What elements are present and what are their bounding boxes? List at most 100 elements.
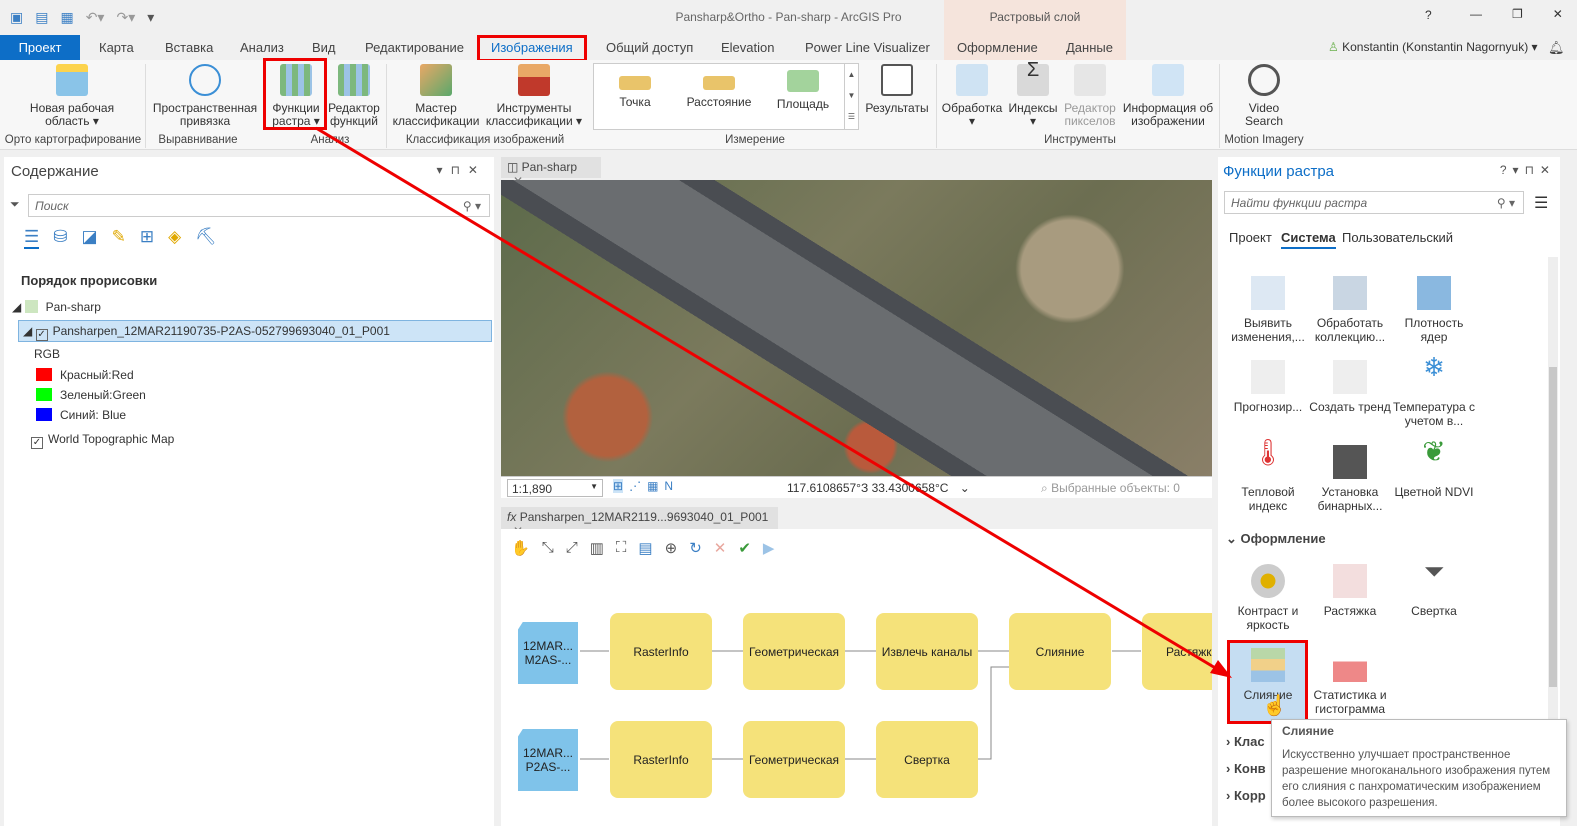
function-heat-index[interactable]: 🌡︎ Тепловой индекс bbox=[1226, 439, 1310, 513]
section-classification[interactable]: › Клас bbox=[1226, 734, 1265, 749]
results-button[interactable]: Результаты bbox=[863, 64, 931, 115]
tab-project[interactable]: Проект bbox=[1229, 230, 1272, 245]
layer-row-selected[interactable]: ◢ ✓ Pansharpen_12MAR21190735-P2AS-0527996… bbox=[18, 320, 492, 342]
tab-map[interactable]: Карта bbox=[91, 35, 142, 60]
function-kernel-density[interactable]: Плотность ядер bbox=[1392, 276, 1476, 344]
tab-appearance[interactable]: Оформление bbox=[949, 35, 1046, 60]
map-node[interactable]: ◢ Pan-sharp bbox=[12, 300, 101, 314]
measure-distance-button[interactable]: Расстояние bbox=[684, 76, 754, 109]
tab-analysis[interactable]: Анализ bbox=[232, 35, 292, 60]
measure-gallery: Точка Расстояние Площадь ▲ ▼ ☰ bbox=[593, 63, 859, 130]
tab-custom[interactable]: Пользовательский bbox=[1342, 230, 1453, 245]
selection-icon[interactable]: ◪ bbox=[82, 227, 98, 249]
tab-data[interactable]: Данные bbox=[1058, 35, 1121, 60]
charts-icon[interactable]: ⛏ bbox=[195, 227, 217, 249]
drawing-order-icon[interactable]: ☰ bbox=[24, 227, 40, 249]
function-contrast[interactable]: Контраст и яркость bbox=[1226, 564, 1310, 632]
minimize-button[interactable]: — bbox=[1470, 7, 1482, 21]
button-label: Video Search bbox=[1244, 101, 1284, 128]
classification-tools-button[interactable]: Инструменты классификации ▾ bbox=[484, 64, 584, 128]
tab-view[interactable]: Вид bbox=[304, 35, 344, 60]
function-detect-change[interactable]: Выявить изменения,... bbox=[1226, 276, 1310, 344]
ribbon: Новая рабочая область ▾ Пространственная… bbox=[0, 58, 1577, 150]
scale-select[interactable]: 1:1,890 ▼ bbox=[507, 479, 603, 497]
new-workspace-button[interactable]: Новая рабочая область ▾ bbox=[22, 64, 122, 128]
source-icon[interactable]: ⛁ bbox=[53, 227, 67, 249]
function-node[interactable]: Геометрическая bbox=[743, 613, 845, 690]
tab-power-line[interactable]: Power Line Visualizer bbox=[797, 35, 938, 60]
filter-icon[interactable]: ⏷ bbox=[10, 197, 20, 212]
pane-controls[interactable]: ?▾⊓✕ bbox=[1500, 163, 1556, 177]
table-icon[interactable]: ▦ bbox=[647, 479, 658, 493]
indices-button[interactable]: Σ Индексы ▾ bbox=[1006, 60, 1060, 128]
source-node[interactable]: 12MAR... P2AS-... bbox=[518, 729, 578, 791]
model-canvas[interactable]: ✋ ⤡ ⤢ ▥ ⛶ ▤ ⊕ ↻ ✕ ✔ ▶ 12MAR... M2AS-... RasterInfo… bbox=[501, 529, 1212, 826]
basemap-layer[interactable]: ✓ World Topographic Map bbox=[31, 432, 174, 449]
image-info-button[interactable]: Информация об изображении bbox=[1120, 64, 1216, 128]
band-red: Красный:Red bbox=[36, 368, 134, 382]
snapping-icon[interactable]: ⊞ bbox=[140, 227, 154, 249]
tab-project[interactable]: Проект bbox=[0, 35, 80, 60]
north-arrow-icon[interactable]: N bbox=[664, 479, 673, 493]
function-node[interactable]: Растяжка bbox=[1142, 613, 1212, 690]
gallery-scroll[interactable]: ▲ ▼ ☰ bbox=[844, 64, 858, 129]
function-convolution[interactable]: ⏷ Свертка bbox=[1392, 558, 1476, 618]
raster-functions-search-input[interactable]: Найти функции растра ⚲ ▾ bbox=[1224, 191, 1524, 214]
measure-area-button[interactable]: Площадь bbox=[772, 70, 834, 111]
tab-insert[interactable]: Вставка bbox=[157, 35, 221, 60]
help-button[interactable]: ? bbox=[1425, 8, 1432, 22]
close-button[interactable]: ✕ bbox=[1553, 7, 1563, 21]
georeference-button[interactable]: Пространственная привязка bbox=[150, 64, 260, 128]
menu-icon[interactable]: ☰ bbox=[1534, 193, 1548, 213]
map-view-tab[interactable]: ◫ Pan-sharp ✕ bbox=[501, 157, 601, 188]
snapping-icon[interactable]: ⋰ bbox=[629, 479, 641, 493]
rgb-label: RGB bbox=[34, 347, 61, 361]
function-editor-button[interactable]: Редактор функций bbox=[326, 64, 382, 128]
notifications-icon[interactable]: 🔔︎ bbox=[1540, 35, 1573, 60]
map-tools: ⊞ ⋰ ▦ N bbox=[613, 479, 673, 493]
section-correction[interactable]: › Корр bbox=[1226, 788, 1266, 803]
function-ndvi[interactable]: ❦ Цветной NDVI bbox=[1392, 438, 1476, 500]
user-name: Konstantin (Konstantin Nagornyuk) bbox=[1342, 40, 1529, 54]
function-node[interactable]: RasterInfo bbox=[610, 721, 712, 798]
function-editor-tab[interactable]: fx Pansharpen_12MAR2119...9693040_01_P00… bbox=[501, 507, 778, 538]
editing-icon[interactable]: ✎ bbox=[112, 227, 126, 249]
tab-share[interactable]: Общий доступ bbox=[598, 35, 701, 60]
hand-cursor-icon: ☝ bbox=[1262, 695, 1287, 717]
video-search-button[interactable]: Video Search bbox=[1232, 64, 1296, 128]
function-node[interactable]: Геометрическая bbox=[743, 721, 845, 798]
section-appearance[interactable]: ⌄ Оформление bbox=[1226, 531, 1326, 547]
pixel-editor-button[interactable]: Редактор пикселов bbox=[1062, 64, 1118, 128]
button-label: Мастер классификации bbox=[392, 101, 480, 128]
results-icon bbox=[881, 64, 913, 96]
function-statistics-histogram[interactable]: Статистика и гистограмма bbox=[1308, 648, 1392, 716]
selected-features[interactable]: ⌕ Выбранные объекты: 0 bbox=[1041, 481, 1180, 496]
function-wind-chill[interactable]: ❄ Температура с учетом в... bbox=[1392, 354, 1476, 428]
grid-icon[interactable]: ⊞ bbox=[613, 479, 624, 493]
maximize-button[interactable]: ❐ bbox=[1512, 7, 1523, 21]
section-conversion[interactable]: › Конв bbox=[1226, 761, 1266, 776]
function-stretch[interactable]: Растяжка bbox=[1308, 564, 1392, 618]
function-node[interactable]: Слияние bbox=[1009, 613, 1111, 690]
function-node[interactable]: RasterInfo bbox=[610, 613, 712, 690]
function-process-collection[interactable]: Обработать коллекцию... bbox=[1308, 276, 1392, 344]
tab-edit[interactable]: Редактирование bbox=[357, 35, 472, 60]
measure-point-button[interactable]: Точка bbox=[604, 76, 666, 109]
pane-controls[interactable]: ▾⊓✕ bbox=[437, 163, 486, 177]
labeling-icon[interactable]: ◈ bbox=[168, 227, 181, 249]
user-account[interactable]: ♙ Konstantin (Konstantin Nagornyuk) ▾ bbox=[1320, 35, 1546, 60]
view-toolbar: ☰ ⛁ ◪ ✎ ⊞ ◈ ⛏ bbox=[24, 227, 217, 249]
map-canvas[interactable] bbox=[501, 180, 1212, 476]
function-node[interactable]: Свертка bbox=[876, 721, 978, 798]
band-green: Зеленый:Green bbox=[36, 388, 146, 402]
function-node[interactable]: Извлечь каналы bbox=[876, 613, 978, 690]
tab-system[interactable]: Система bbox=[1281, 230, 1336, 249]
tab-elevation[interactable]: Elevation bbox=[713, 35, 782, 60]
processing-button[interactable]: Обработка ▾ bbox=[940, 64, 1004, 128]
function-binary-threshold[interactable]: Установка бинарных... bbox=[1308, 445, 1392, 513]
function-trend[interactable]: Создать тренд bbox=[1308, 360, 1392, 414]
source-node[interactable]: 12MAR... M2AS-... bbox=[518, 622, 578, 684]
classification-wizard-button[interactable]: Мастер классификации bbox=[390, 64, 482, 128]
contents-search-input[interactable]: Поиск ⚲ ▾ bbox=[28, 194, 490, 217]
function-forecast[interactable]: Прогнозир... bbox=[1226, 360, 1310, 414]
